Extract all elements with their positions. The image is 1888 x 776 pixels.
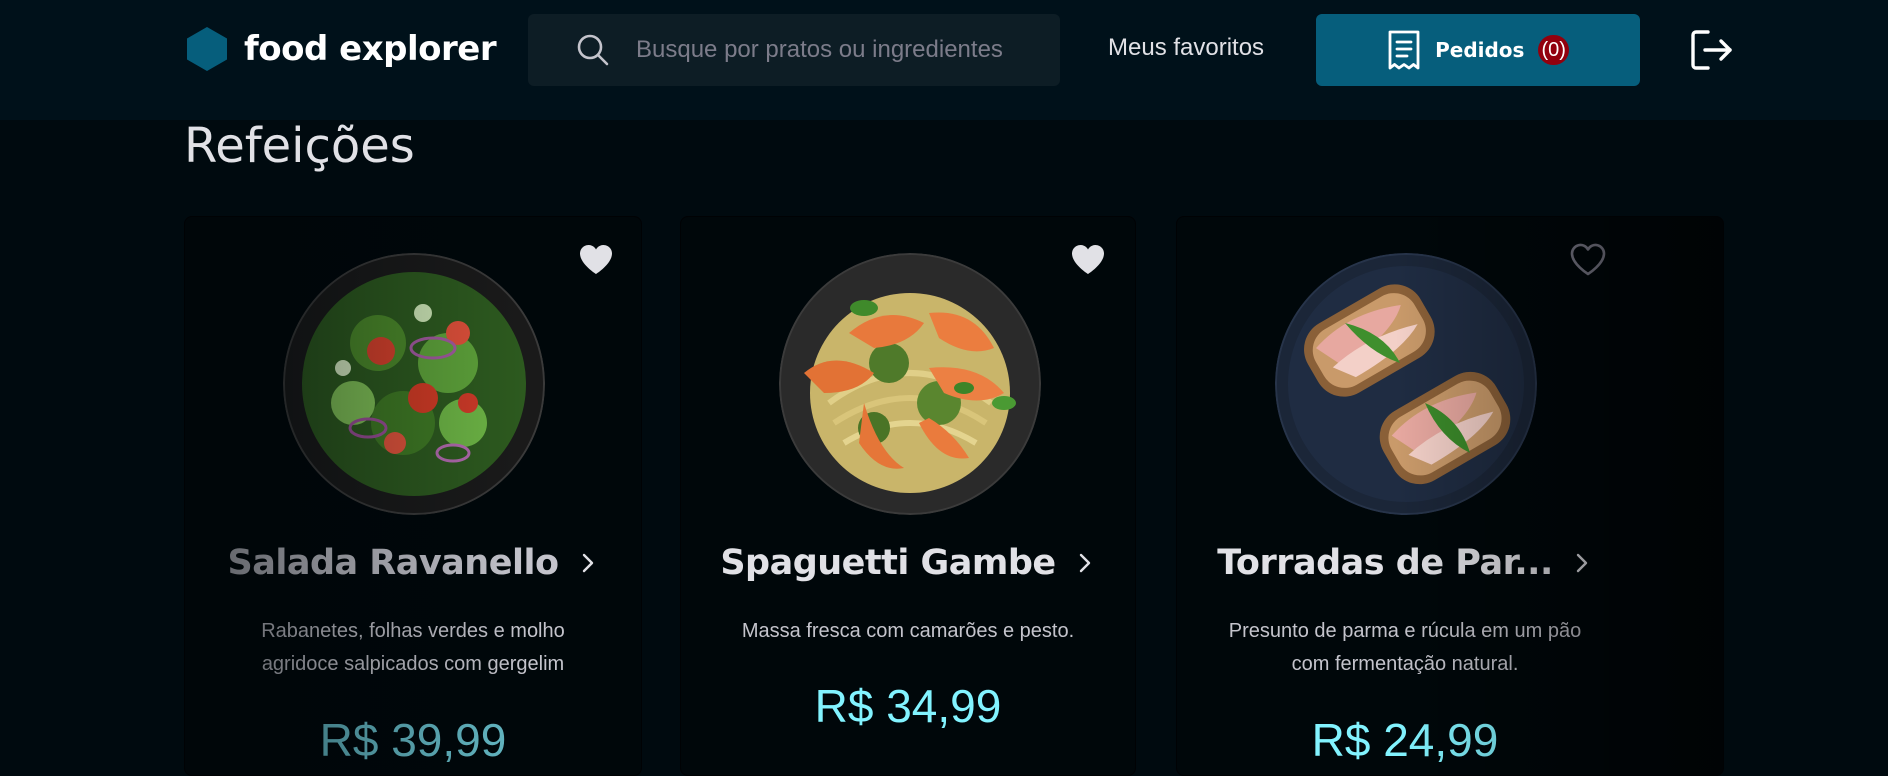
orders-count-badge: (0) — [1538, 35, 1569, 65]
dish-name[interactable]: Torradas de Par... — [1217, 543, 1553, 583]
dish-price: R$ 39,99 — [319, 714, 507, 766]
heart-outline-icon[interactable] — [1569, 241, 1607, 277]
dish-title-row[interactable]: Spaguetti Gambe — [681, 543, 1135, 583]
salad-photo[interactable] — [283, 253, 545, 515]
dish-price: R$ 24,99 — [1311, 714, 1499, 766]
dish-card[interactable]: Spaguetti Gambe Massa fresca com camarõe… — [680, 216, 1136, 776]
search-bar[interactable] — [528, 14, 1060, 86]
dish-price: R$ 34,99 — [814, 680, 1002, 732]
top-navbar: food explorer Meus favoritos Pedidos (0) — [0, 0, 1888, 120]
heart-filled-icon[interactable] — [577, 241, 615, 277]
hexagon-logo-icon — [186, 26, 228, 72]
chevron-right-icon[interactable] — [577, 552, 599, 574]
dish-description: Rabanetes, folhas verdes e molho agridoc… — [261, 620, 565, 675]
orders-button[interactable]: Pedidos (0) — [1316, 14, 1640, 86]
search-input[interactable] — [634, 35, 1038, 65]
dish-title-row[interactable]: Salada Ravanello — [185, 543, 641, 583]
chevron-right-icon[interactable] — [1571, 552, 1593, 574]
dish-card[interactable]: Salada Ravanello Rabanetes, folhas verde… — [184, 216, 642, 776]
receipt-icon — [1388, 30, 1420, 70]
search-icon[interactable] — [576, 33, 610, 67]
dish-card[interactable]: Torradas de Par... Presunto de parma e r… — [1176, 216, 1724, 776]
dish-name[interactable]: Salada Ravanello — [228, 543, 560, 583]
dish-description: Presunto de parma e rúcula em um pão com… — [1228, 620, 1582, 675]
chevron-right-icon[interactable] — [1074, 552, 1096, 574]
dish-name[interactable]: Spaguetti Gambe — [720, 543, 1056, 583]
brand-name: food explorer — [244, 29, 497, 69]
heart-filled-icon[interactable] — [1069, 241, 1107, 277]
sign-out-icon[interactable] — [1690, 28, 1734, 72]
orders-label: Pedidos — [1435, 38, 1525, 62]
shrimp-pasta-photo[interactable] — [779, 253, 1041, 515]
parma-toast-photo[interactable] — [1275, 253, 1537, 515]
dish-title-row[interactable]: Torradas de Par... — [1177, 543, 1633, 583]
brand[interactable]: food explorer — [186, 26, 497, 72]
section-title: Refeições — [184, 118, 415, 174]
favorites-link[interactable]: Meus favoritos — [1108, 34, 1264, 62]
dish-description: Massa fresca com camarões e pesto. — [741, 620, 1075, 642]
